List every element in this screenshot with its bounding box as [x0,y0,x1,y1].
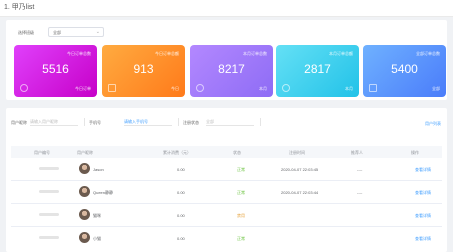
status-select[interactable]: 全部 [206,117,254,126]
avatar [79,163,90,174]
stat-value: 8217 [218,62,245,76]
stat-value: 5516 [42,62,69,76]
stat-value: 2817 [304,62,331,76]
col-nickname: 用户昵称 [77,150,93,155]
status-badge: 正常 [237,190,245,195]
yen-circle-icon [282,84,290,92]
class-select[interactable]: 全部 ⌄ [48,27,104,37]
chevron-down-icon: ⌄ [95,29,100,35]
phone-label: 手机号 [89,120,101,125]
col-register-time: 注册时间 [289,150,305,155]
stat-card-today-orders[interactable]: 今日订单总数 5516 今日订单 [14,45,97,97]
status-badge: 正常 [237,167,245,172]
view-detail-link[interactable]: 查看详情 [415,236,431,242]
user-spending: 0.00 [177,236,185,241]
referrer: ---- [357,167,363,172]
stat-sub: 本月 [345,86,353,91]
page-title: 1. 甲乃list [4,4,35,11]
stat-value: 5400 [391,62,418,76]
user-spending: 0.00 [177,167,185,172]
user-id [39,190,59,193]
search-toolbar: 用户昵称 请输入用户昵称 手机号 请输入手机号 注册状态 全部 用户列表 [6,108,447,138]
user-spending: 0.00 [177,213,185,218]
avatar [79,209,90,220]
stat-label: 本月订单总额 [329,51,353,56]
status-badge: 禁用 [237,213,245,218]
register-time: 2020-04-07 22:03:44 [281,190,319,195]
user-id [39,167,59,170]
user-nickname: Queen静静 [93,190,114,195]
stat-card-month-amount[interactable]: 本月订单总额 2817 本月 [276,45,359,97]
table-row: Queen静静 0.00 正常 2020-04-07 22:03:44 ----… [11,181,442,204]
table-row: 小猫 0.00 正常 查看详情 [11,227,442,249]
col-user-id: 用户编号 [34,150,50,155]
status-label: 注册状态 [183,120,199,125]
eye-icon [20,84,28,92]
user-nickname: Jason [93,167,104,172]
stat-sub: 今日 [171,86,179,91]
calendar-icon [369,84,377,92]
col-spending: 累计消费（元） [163,150,191,155]
table-row: 猫咪 0.00 禁用 查看详情 [11,204,442,227]
user-list-panel: 用户昵称 请输入用户昵称 手机号 请输入手机号 注册状态 全部 用户列表 用户编… [6,108,447,252]
register-time: 2020-04-07 22:03:45 [281,167,319,172]
nickname-input[interactable]: 请输入用户昵称 [30,117,78,126]
divider [178,118,179,126]
stat-sub: 本月 [259,86,267,91]
summary-panel: 选择班级 全部 ⌄ 今日订单总数 5516 今日订单 今日订单总额 913 今日… [6,20,447,100]
yen-icon [196,84,204,92]
view-detail-link[interactable]: 查看详情 [415,190,431,196]
stat-card-month-orders[interactable]: 本月订单总数 8217 本月 [190,45,273,97]
stat-label: 今日订单总额 [155,51,179,56]
table-row: Jason 0.00 正常 2020-04-07 22:03:45 ---- 查… [11,158,442,181]
divider [84,118,85,126]
stat-label: 本月订单总数 [243,51,267,56]
stat-sub: 全部 [432,86,440,91]
class-filter-label: 选择班级 [18,30,34,35]
avatar [79,232,90,243]
class-select-value: 全部 [53,30,61,35]
stat-value: 913 [133,62,154,76]
stat-label: 今日订单总数 [67,51,91,56]
divider [260,118,261,126]
nickname-label: 用户昵称 [11,120,27,125]
document-icon [108,84,116,92]
user-list-link[interactable]: 用户列表 [425,121,441,127]
status-badge: 正常 [237,236,245,241]
page-header: 1. 甲乃list [0,0,453,17]
avatar [79,186,90,197]
view-detail-link[interactable]: 查看详情 [415,213,431,219]
phone-input[interactable]: 请输入手机号 [124,117,172,126]
table-header: 用户编号 用户昵称 累计消费（元） 状态 注册时间 推荐人 操作 [11,146,442,158]
user-id [39,213,59,216]
stat-card-all-orders[interactable]: 全部订单总数 5400 全部 [363,45,446,97]
user-nickname: 小猫 [93,236,101,241]
stat-sub: 今日订单 [75,86,91,91]
stat-card-today-amount[interactable]: 今日订单总额 913 今日 [102,45,185,97]
user-nickname: 猫咪 [93,213,101,218]
col-status: 状态 [233,150,241,155]
col-actions: 操作 [411,150,419,155]
view-detail-link[interactable]: 查看详情 [415,167,431,173]
user-id [39,236,59,239]
referrer: ---- [357,190,363,195]
user-spending: 0.00 [177,190,185,195]
stat-label: 全部订单总数 [416,51,440,56]
col-referrer: 推荐人 [351,150,363,155]
